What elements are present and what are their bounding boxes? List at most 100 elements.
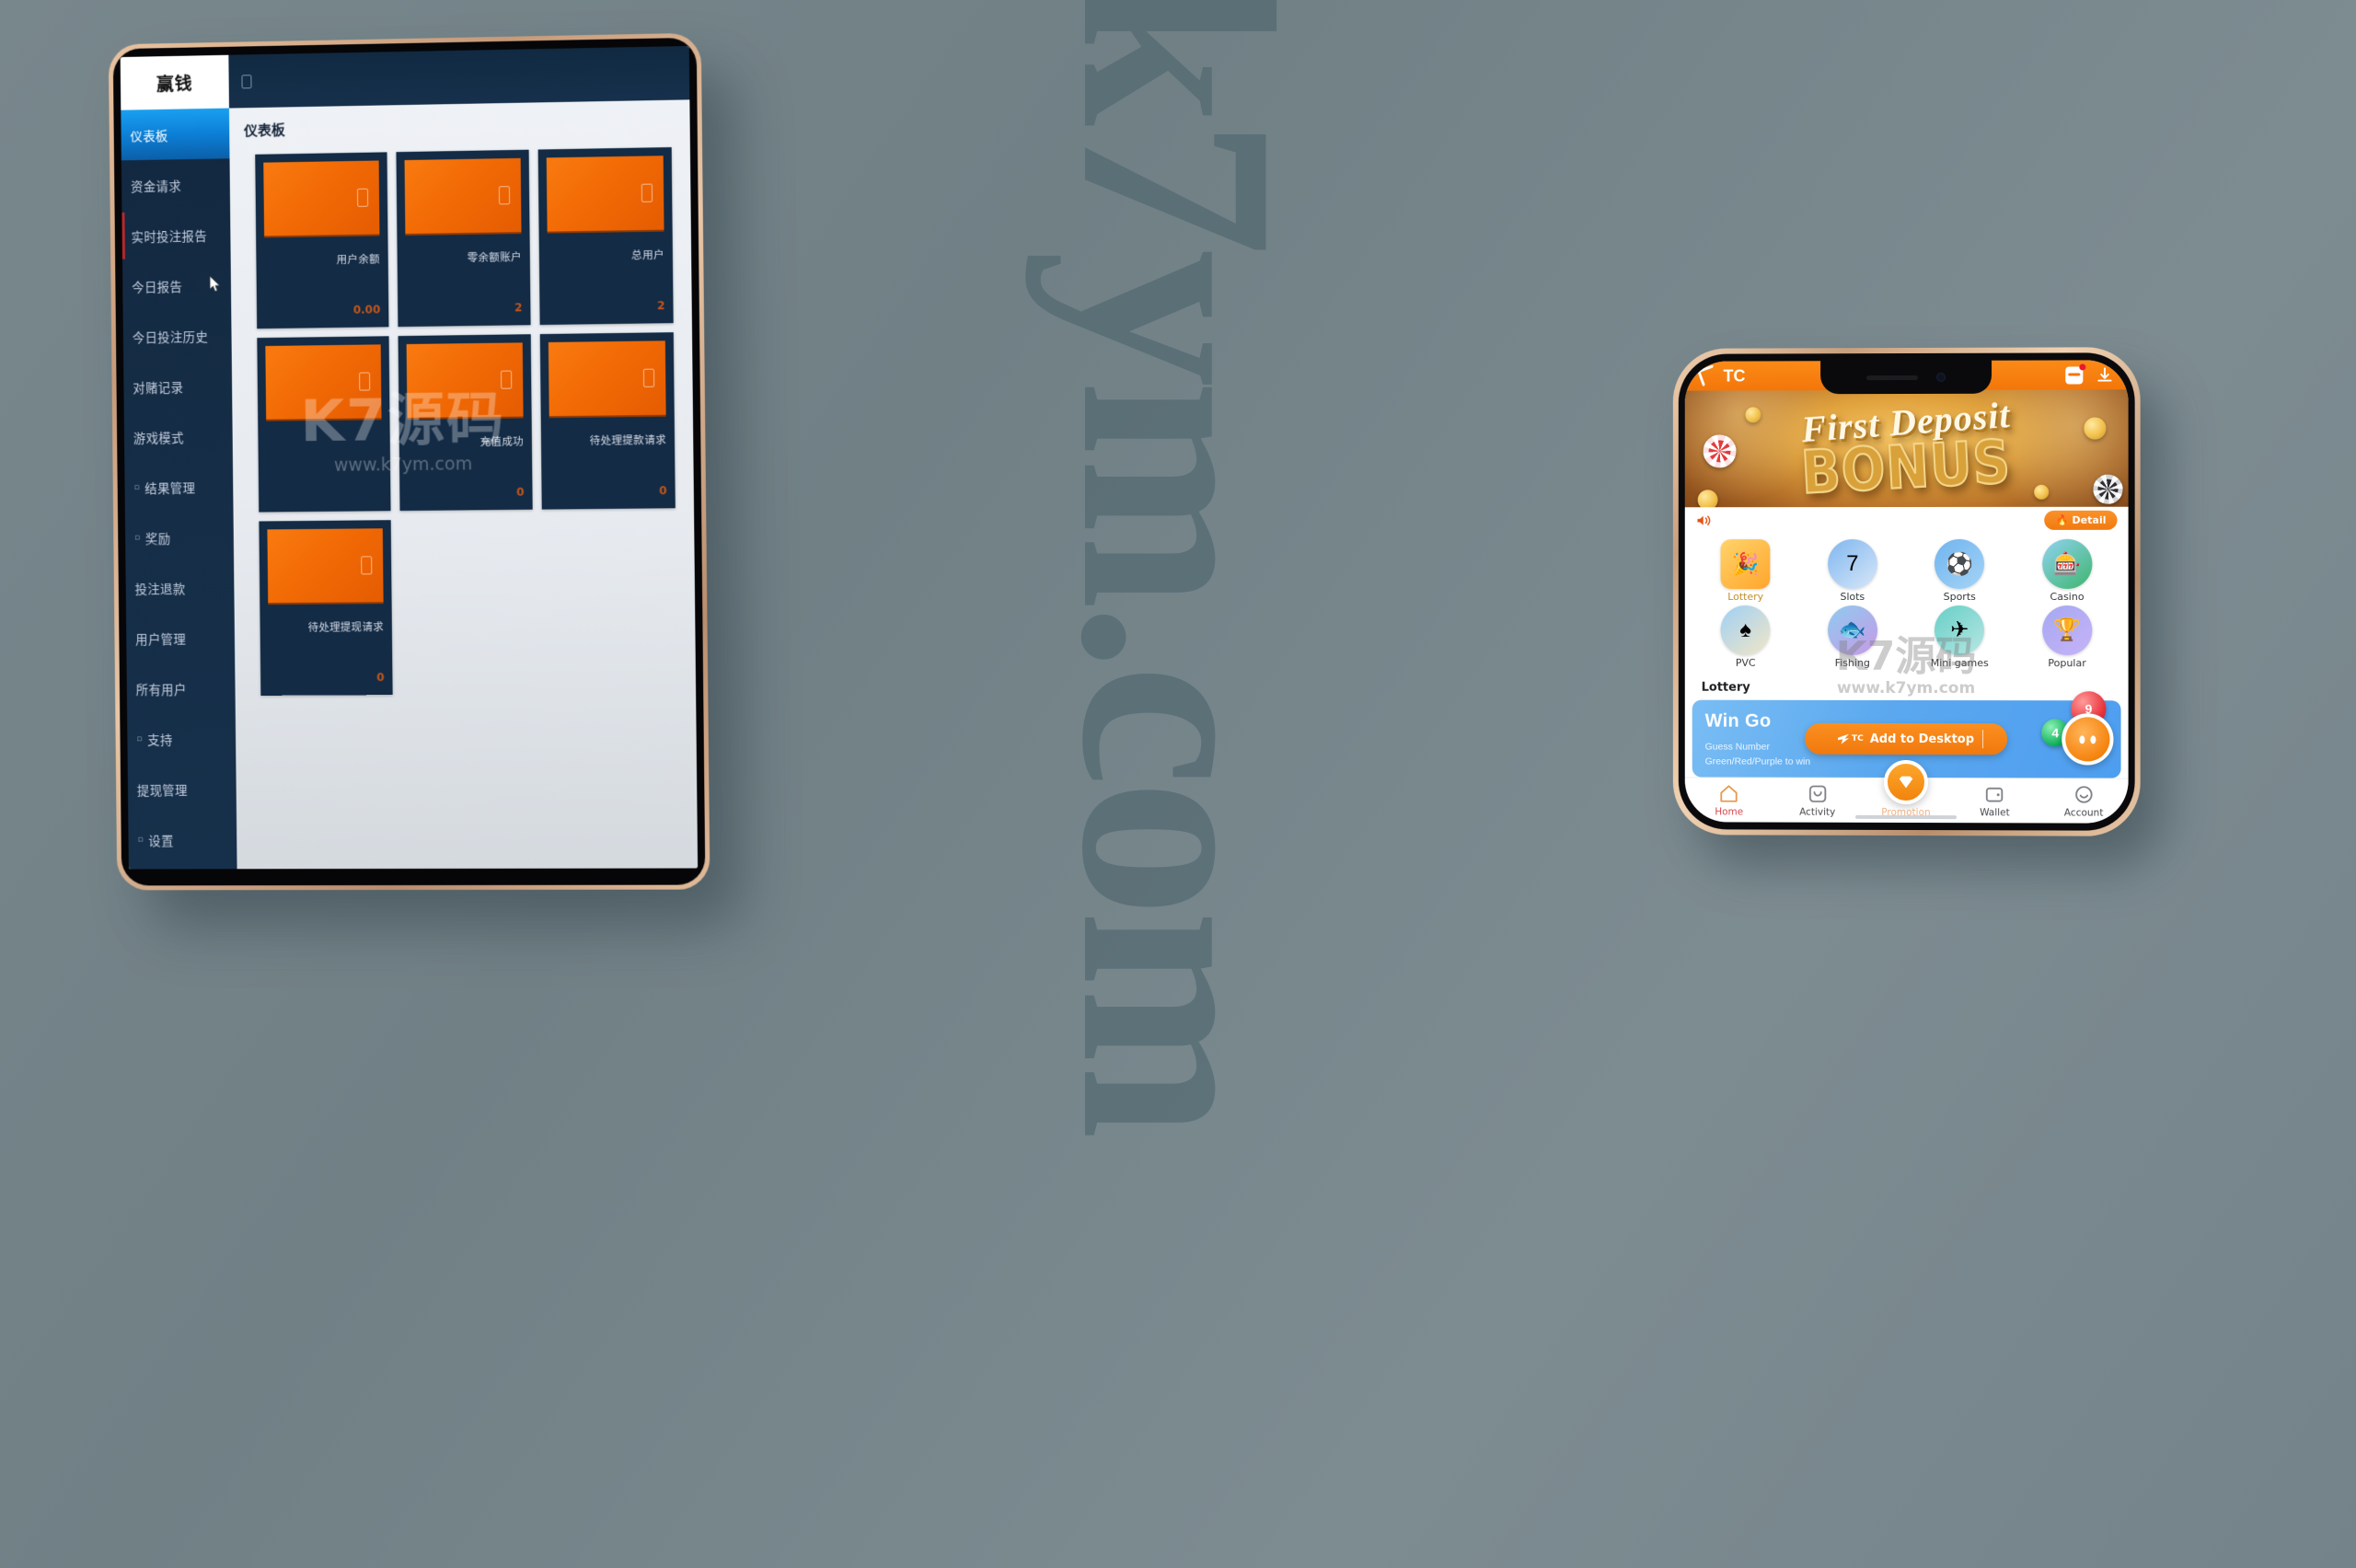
menu-toggle-icon[interactable] — [241, 74, 252, 88]
app-logo[interactable]: TC — [1696, 364, 1745, 388]
tab-wallet[interactable]: Wallet — [1950, 784, 2039, 818]
stat-card-banner — [267, 528, 384, 605]
stat-card[interactable]: 待处理提现请求 0 — [259, 520, 393, 696]
add-to-desktop-brand: TC — [1838, 734, 1864, 744]
sidebar-item-3[interactable]: 今日报告 — [122, 259, 231, 311]
sidebar-item-10[interactable]: 用户管理 — [126, 612, 235, 663]
stat-card-label: 用户余额 — [336, 252, 380, 267]
add-to-desktop-button[interactable]: TC Add to Desktop — [1805, 723, 2008, 755]
sidebar-item-8[interactable]: ▫ 奖励 — [125, 512, 234, 563]
sidebar-menu: 仪表板 资金请求 实时投注报告 今日报告 今日投注历史 对赌记录 游戏模式 ▫ 结果管理 ▫ 奖励投… — [121, 108, 237, 870]
stat-card[interactable]: 待处理提款请求 0 — [539, 332, 676, 510]
first-deposit-bonus-banner[interactable]: First Deposit BONUS — [1684, 389, 2129, 508]
account-icon — [2073, 785, 2094, 805]
stat-card[interactable]: 总用户 2 — [537, 147, 674, 326]
coin-icon — [2084, 417, 2107, 441]
game-category-label: Lottery — [1727, 591, 1764, 604]
background-watermark: k7ym.com — [1025, 0, 1331, 1133]
add-to-desktop-label: Add to Desktop — [1869, 732, 1975, 746]
win-go-mascot-icon — [2062, 713, 2114, 766]
wallet-icon — [1984, 784, 2004, 804]
stat-card-label — [266, 435, 381, 436]
game-category-mini-games[interactable]: ✈ Mini games — [1908, 605, 2012, 670]
game-category-label: Slots — [1840, 591, 1865, 604]
sidebar-item-4[interactable]: 今日投注历史 — [123, 310, 232, 362]
stat-card[interactable]: 充值成功 0 — [398, 334, 533, 512]
sidebar-item-label: 资金请求 — [130, 179, 182, 195]
game-category-pvc[interactable]: ♠ PVC — [1694, 605, 1797, 670]
stat-card[interactable]: 用户余额 0.00 — [255, 152, 389, 329]
stat-card-value — [267, 500, 382, 504]
sidebar-item-label: 对赌记录 — [133, 380, 184, 397]
withdraw-icon — [361, 556, 373, 575]
sidebar-item-label: 今日投注历史 — [132, 329, 209, 346]
tab-account[interactable]: Account — [2039, 784, 2129, 819]
poker-chip-dark-icon — [2093, 475, 2123, 505]
brand-bird-icon — [1838, 734, 1849, 744]
chat-bubble-icon[interactable] — [2065, 363, 2086, 385]
sidebar-item-label: 结果管理 — [144, 480, 196, 497]
download-icon[interactable] — [2096, 366, 2113, 384]
sidebar-item-9[interactable]: 投注退款 — [125, 562, 234, 614]
sidebar-item-caret-icon: ▫ — [136, 733, 143, 744]
tablet-screen: 赢钱 仪表板 资金请求 实时投注报告 今日报告 今日投注历史 对赌记录 游戏模式 ▫ 结果管理 ▫… — [120, 45, 699, 870]
sidebar-item-7[interactable]: ▫ 结果管理 — [124, 461, 233, 513]
stat-card-value: 0 — [659, 484, 667, 498]
tab-label: Activity — [1799, 806, 1836, 818]
sidebar-item-2[interactable]: 实时投注报告 — [121, 209, 230, 261]
detail-button[interactable]: 🔥 Detail — [2044, 510, 2118, 530]
sidebar-item-1[interactable]: 资金请求 — [121, 158, 230, 211]
fishing-icon: 🐟 — [1827, 605, 1877, 655]
sidebar-item-caret-icon: ▫ — [137, 835, 144, 845]
slots-icon: 7︎️ — [1827, 539, 1877, 590]
coin-icon — [2034, 484, 2050, 500]
brand-logo: 赢钱 — [120, 54, 229, 110]
sidebar-item-label: 实时投注报告 — [131, 228, 208, 246]
sidebar-item-0[interactable]: 仪表板 — [121, 108, 230, 161]
account-icon — [498, 186, 511, 205]
stat-card[interactable] — [257, 336, 391, 513]
game-category-lottery[interactable]: 🎉 Lottery — [1694, 539, 1797, 604]
game-category-label: Fishing — [1834, 656, 1870, 669]
mascot-eye — [2079, 735, 2085, 744]
game-category-casino[interactable]: 🎰 Casino — [2015, 538, 2119, 604]
game-category-popular[interactable]: 🏆 Popular — [2015, 605, 2119, 670]
add-to-desktop-brand-label: TC — [1852, 734, 1864, 744]
speaker-icon[interactable] — [1696, 513, 1713, 527]
tablet-bezel: 赢钱 仪表板 资金请求 实时投注报告 今日报告 今日投注历史 对赌记录 游戏模式 ▫ 结果管理 ▫… — [112, 37, 706, 886]
stat-card-value: 0.00 — [352, 303, 381, 317]
sidebar-item-6[interactable]: 游戏模式 — [124, 410, 233, 462]
stat-card-label: 总用户 — [631, 248, 664, 262]
sidebar-item-label: 游戏模式 — [133, 431, 184, 446]
home-indicator — [1855, 814, 1958, 820]
tab-label: Wallet — [1980, 807, 2010, 819]
sidebar-item-label: 支持 — [147, 732, 173, 748]
tab-label: Home — [1715, 806, 1744, 818]
mascot-face — [2065, 717, 2110, 762]
pending-icon — [642, 368, 655, 387]
stat-card-banner — [546, 156, 664, 234]
trophy-icon: 🏆 — [2041, 605, 2093, 655]
coin-icon — [1697, 490, 1718, 508]
game-category-label: Sports — [1943, 591, 1976, 604]
diamond-icon — [1899, 776, 1913, 789]
promotion-fab-button[interactable] — [1884, 760, 1928, 805]
sidebar-item-11[interactable]: 所有用户 — [127, 663, 236, 713]
sports-icon: ⚽ — [1934, 538, 1985, 590]
stat-card-label: 待处理提款请求 — [589, 432, 667, 447]
game-category-slots[interactable]: 7︎️ Slots — [1801, 539, 1904, 604]
sidebar-item-14[interactable]: ▫ 设置 — [128, 814, 237, 865]
stat-card[interactable]: 零余额账户 2 — [396, 149, 531, 328]
tab-activity[interactable]: Activity — [1773, 784, 1862, 818]
announcement-bar: 🔥 Detail — [1684, 506, 2129, 535]
sidebar-item-13[interactable]: 提现管理 — [128, 764, 237, 814]
sidebar-item-12[interactable]: ▫ 支持 — [127, 713, 236, 764]
game-category-label: PVC — [1735, 656, 1756, 669]
game-category-sports[interactable]: ⚽ Sports — [1908, 538, 2012, 604]
tab-label: Account — [2063, 807, 2104, 819]
sidebar-item-5[interactable]: 对赌记录 — [123, 360, 232, 411]
stat-card-value: 0 — [516, 485, 525, 499]
tab-home[interactable]: Home — [1685, 784, 1773, 818]
sidebar-item-label: 设置 — [148, 834, 174, 849]
game-category-fishing[interactable]: 🐟 Fishing — [1801, 605, 1904, 670]
